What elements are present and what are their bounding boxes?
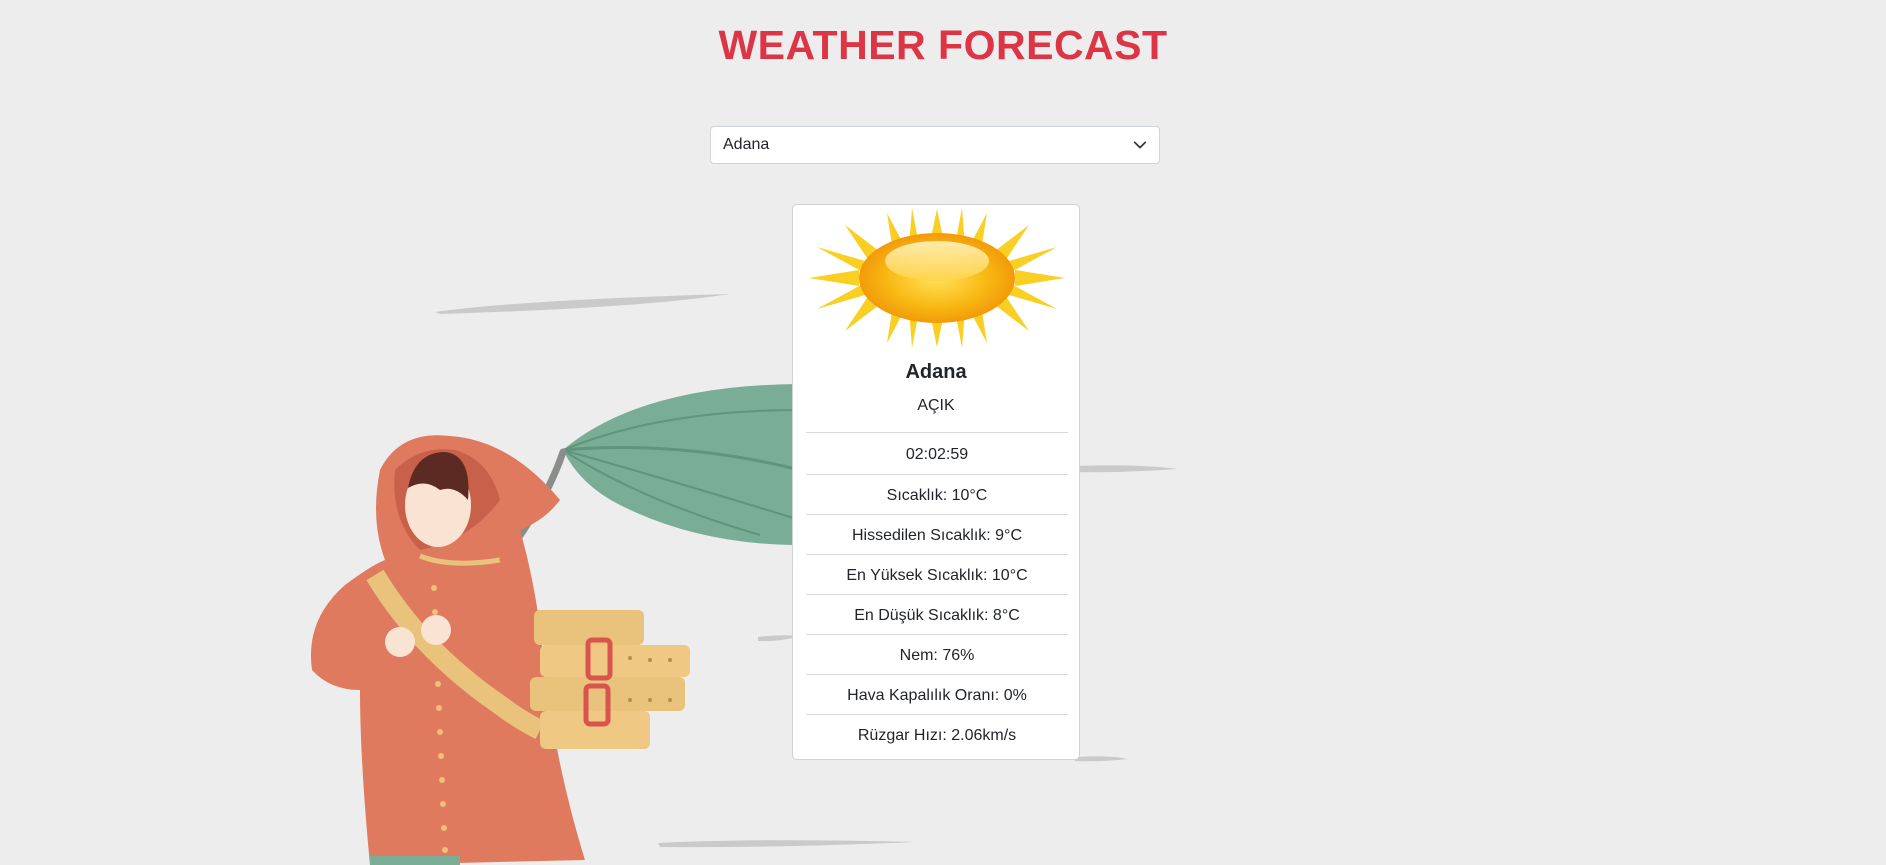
weather-page: WEATHER FORECAST Adana Adana AÇIK 02:02:… bbox=[0, 0, 1886, 865]
time-item: 02:02:59 bbox=[806, 432, 1068, 474]
page-title: WEATHER FORECAST bbox=[718, 22, 1168, 68]
max-temperature-item: En Yüksek Sıcaklık: 10°C bbox=[806, 554, 1068, 594]
chevron-down-icon bbox=[1133, 141, 1147, 149]
wind-speed-item: Rüzgar Hızı: 2.06km/s bbox=[806, 714, 1068, 754]
temperature-item: Sıcaklık: 10°C bbox=[806, 474, 1068, 514]
cloudiness-item: Hava Kapalılık Oranı: 0% bbox=[806, 674, 1068, 714]
weather-card: Adana AÇIK 02:02:59 Sıcaklık: 10°C Hisse… bbox=[792, 204, 1080, 760]
city-select[interactable]: Adana bbox=[710, 126, 1160, 164]
humidity-item: Nem: 76% bbox=[806, 634, 1068, 674]
city-select-value: Adana bbox=[723, 136, 770, 153]
sun-icon bbox=[809, 208, 1065, 348]
min-temperature-item: En Düşük Sıcaklık: 8°C bbox=[806, 594, 1068, 634]
weather-description: AÇIK bbox=[917, 397, 955, 414]
weather-details-list: 02:02:59 Sıcaklık: 10°C Hissedilen Sıcak… bbox=[806, 432, 1068, 754]
feels-like-item: Hissedilen Sıcaklık: 9°C bbox=[806, 514, 1068, 554]
card-city-name: Adana bbox=[905, 361, 967, 383]
